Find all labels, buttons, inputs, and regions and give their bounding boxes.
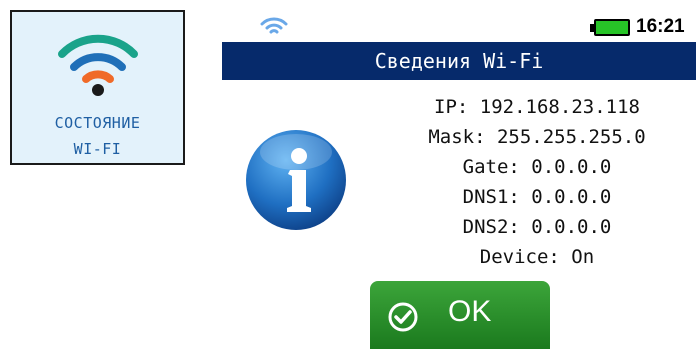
info-ip: IP: 192.168.23.118: [434, 96, 640, 118]
info-icon: [246, 130, 346, 230]
wifi-status-tile[interactable]: СОСТОЯНИЕ WI-FI: [10, 10, 185, 165]
status-bar: 16:21: [222, 8, 696, 42]
tile-label-line2: WI-FI: [73, 140, 122, 158]
battery-icon: [590, 19, 630, 36]
info-dns1: DNS1: 0.0.0.0: [462, 186, 612, 208]
tile-label-line1: СОСТОЯНИЕ: [54, 114, 141, 132]
dialog-title: Сведения Wi-Fi: [222, 42, 696, 80]
wifi-info-list: IP: 192.168.23.118 Mask: 255.255.255.0 G…: [382, 92, 692, 272]
info-gate: Gate: 0.0.0.0: [462, 156, 612, 178]
wifi-status-icon: [260, 17, 288, 34]
info-device: Device: On: [479, 246, 595, 268]
info-dns2: DNS2: 0.0.0.0: [462, 216, 612, 238]
info-mask: Mask: 255.255.255.0: [428, 126, 646, 148]
wifi-icon: [58, 34, 138, 96]
ok-button-label: OK: [448, 295, 492, 328]
device-screen: 16:21 Сведения Wi-Fi IP: 192.168.23.118 …: [222, 8, 696, 349]
clock-time: 16:21: [636, 16, 685, 37]
check-circle-icon: [388, 302, 418, 332]
ok-button[interactable]: OK: [370, 281, 550, 349]
